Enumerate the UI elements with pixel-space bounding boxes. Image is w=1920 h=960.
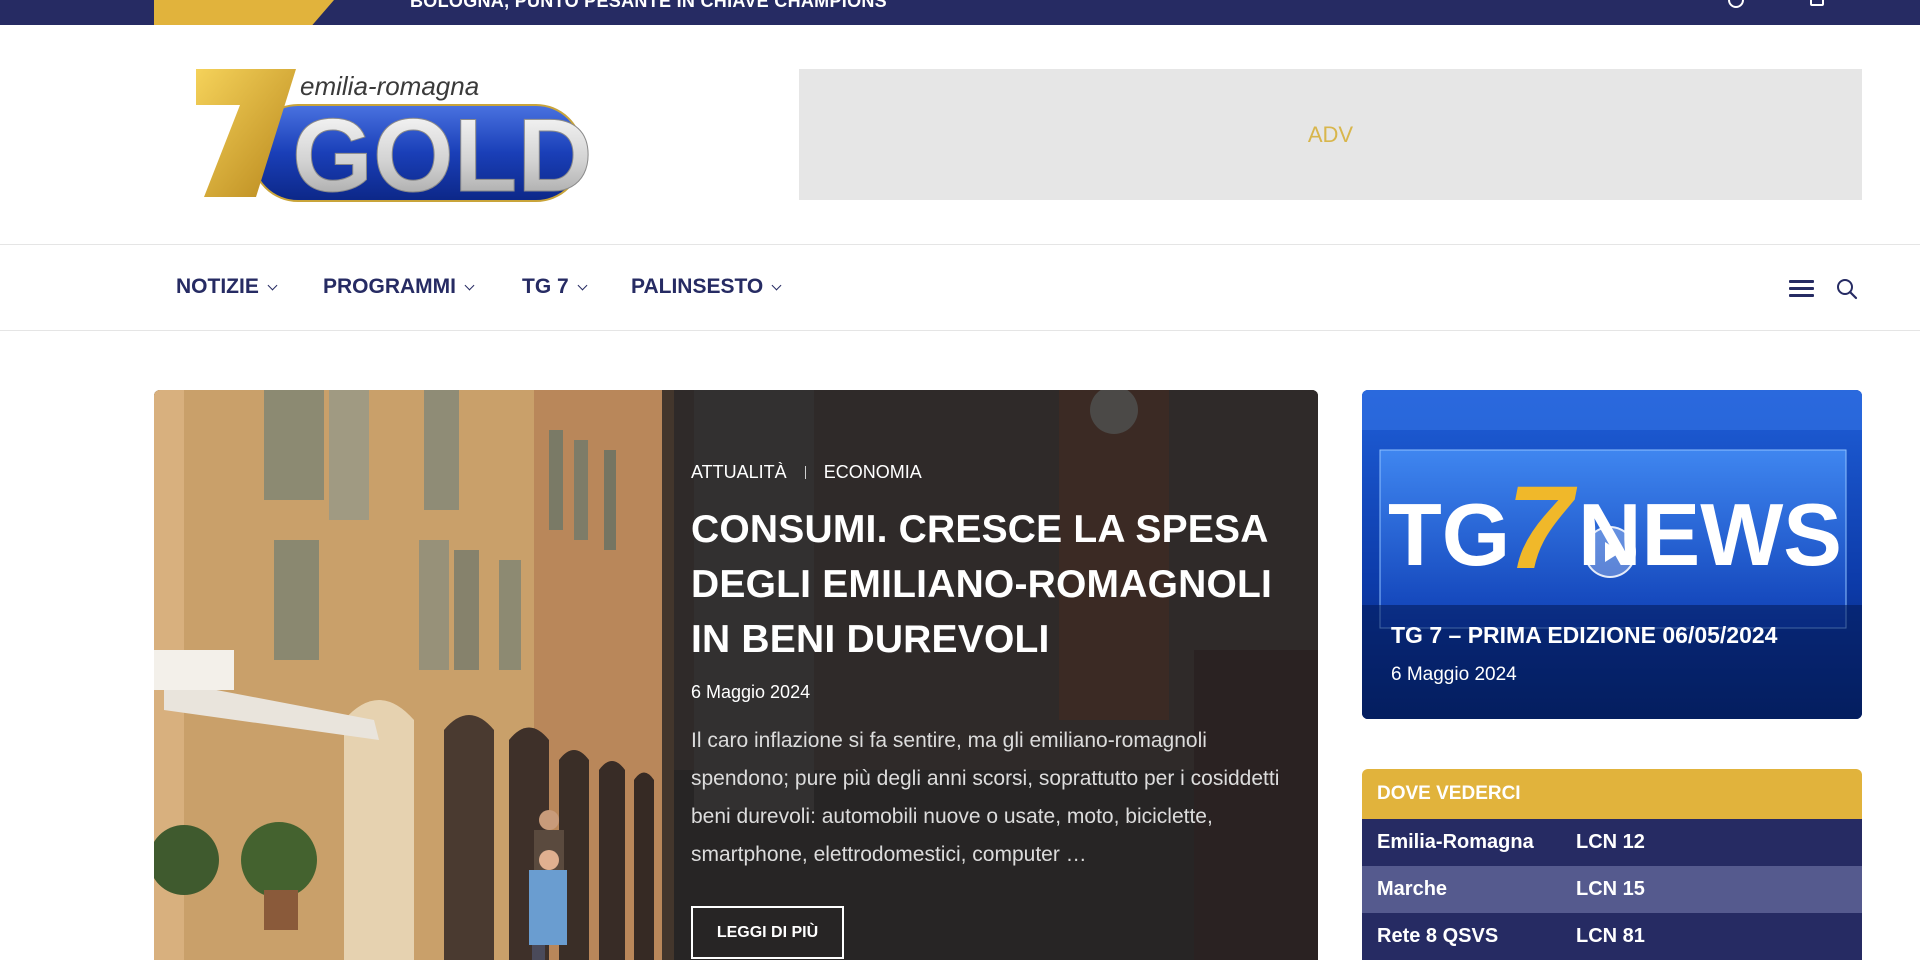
nav-item-notizie[interactable]: NOTIZIE [176,275,278,299]
search-icon[interactable] [1836,278,1858,300]
adv-label: ADV [1307,121,1354,147]
main-navigation: NOTIZIE PROGRAMMI TG 7 PALINSESTO [0,244,1920,331]
chevron-down-icon [464,280,475,290]
advertisement-banner[interactable]: ADV [799,69,1862,200]
nav-item-label: TG 7 [522,275,569,298]
channel-row: Marche LCN 15 [1362,866,1862,913]
read-more-button[interactable]: LEGGI DI PIÙ [691,906,844,959]
nav-item-label: PALINSESTO [631,275,764,298]
chevron-down-icon [267,280,278,290]
channels-heading: DOVE VEDERCI [1362,769,1862,819]
video-logo-number: 7 [1507,462,1578,594]
category-link-economia[interactable]: ECONOMIA [824,462,922,483]
video-date: 6 Maggio 2024 [1391,664,1517,685]
top-bar: BOLOGNA, PUNTO PESANTE IN CHIAVE CHAMPIO… [0,0,1920,25]
channel-region: Emilia-Romagna [1377,831,1534,853]
nav-item-palinsesto[interactable]: PALINSESTO [631,275,782,299]
video-card[interactable]: TG 7 NEWS TG 7 – PRIMA EDIZIONE 06/05/20… [1362,390,1862,719]
article-categories: ATTUALITÀ ECONOMIA [691,462,922,483]
channel-row: Emilia-Romagna LCN 12 [1362,819,1862,866]
chevron-down-icon [771,280,782,290]
channel-region: Rete 8 QSVS [1377,925,1499,947]
article-date: 6 Maggio 2024 [691,682,811,702]
chevron-down-icon [577,280,588,290]
play-icon[interactable] [1584,526,1636,578]
channels-widget: DOVE VEDERCI Emilia-Romagna LCN 12 March… [1362,769,1862,960]
site-logo[interactable]: GOLD emilia-romagna [196,69,593,215]
channel-row: Rete 8 QSVS LCN 81 [1362,913,1862,960]
category-separator [804,466,806,479]
category-link-attualita[interactable]: ATTUALITÀ [691,462,787,483]
nav-item-tg7[interactable]: TG 7 [522,275,588,299]
account-icon[interactable] [1810,0,1824,6]
channel-lcn: LCN 12 [1576,831,1645,853]
channel-lcn: LCN 15 [1576,878,1645,900]
site-header: GOLD emilia-romagna ADV [0,25,1920,245]
top-bar-accent [154,0,334,25]
channel-region: Marche [1377,878,1448,900]
logo-region-text: emilia-romagna [300,71,479,101]
featured-article[interactable]: ATTUALITÀ ECONOMIA CONSUMI. CRESCE LA SP… [154,390,1318,960]
news-ticker[interactable]: BOLOGNA, PUNTO PESANTE IN CHIAVE CHAMPIO… [410,0,887,12]
article-title[interactable]: CONSUMI. CRESCE LA SPESA DEGLI EMILIANO-… [691,502,1291,667]
article-excerpt: Il caro inflazione si fa sentire, ma gli… [691,729,1280,866]
channel-lcn: LCN 81 [1576,925,1645,947]
video-title[interactable]: TG 7 – PRIMA EDIZIONE 06/05/2024 [1391,622,1777,649]
nav-item-programmi[interactable]: PROGRAMMI [323,275,475,299]
video-logo-text-left: TG [1388,485,1510,584]
menu-icon[interactable] [1789,280,1814,298]
nav-item-label: NOTIZIE [176,275,259,298]
logo-brand-text: GOLD [292,98,590,205]
search-icon[interactable] [1728,0,1744,8]
nav-item-label: PROGRAMMI [323,275,456,298]
